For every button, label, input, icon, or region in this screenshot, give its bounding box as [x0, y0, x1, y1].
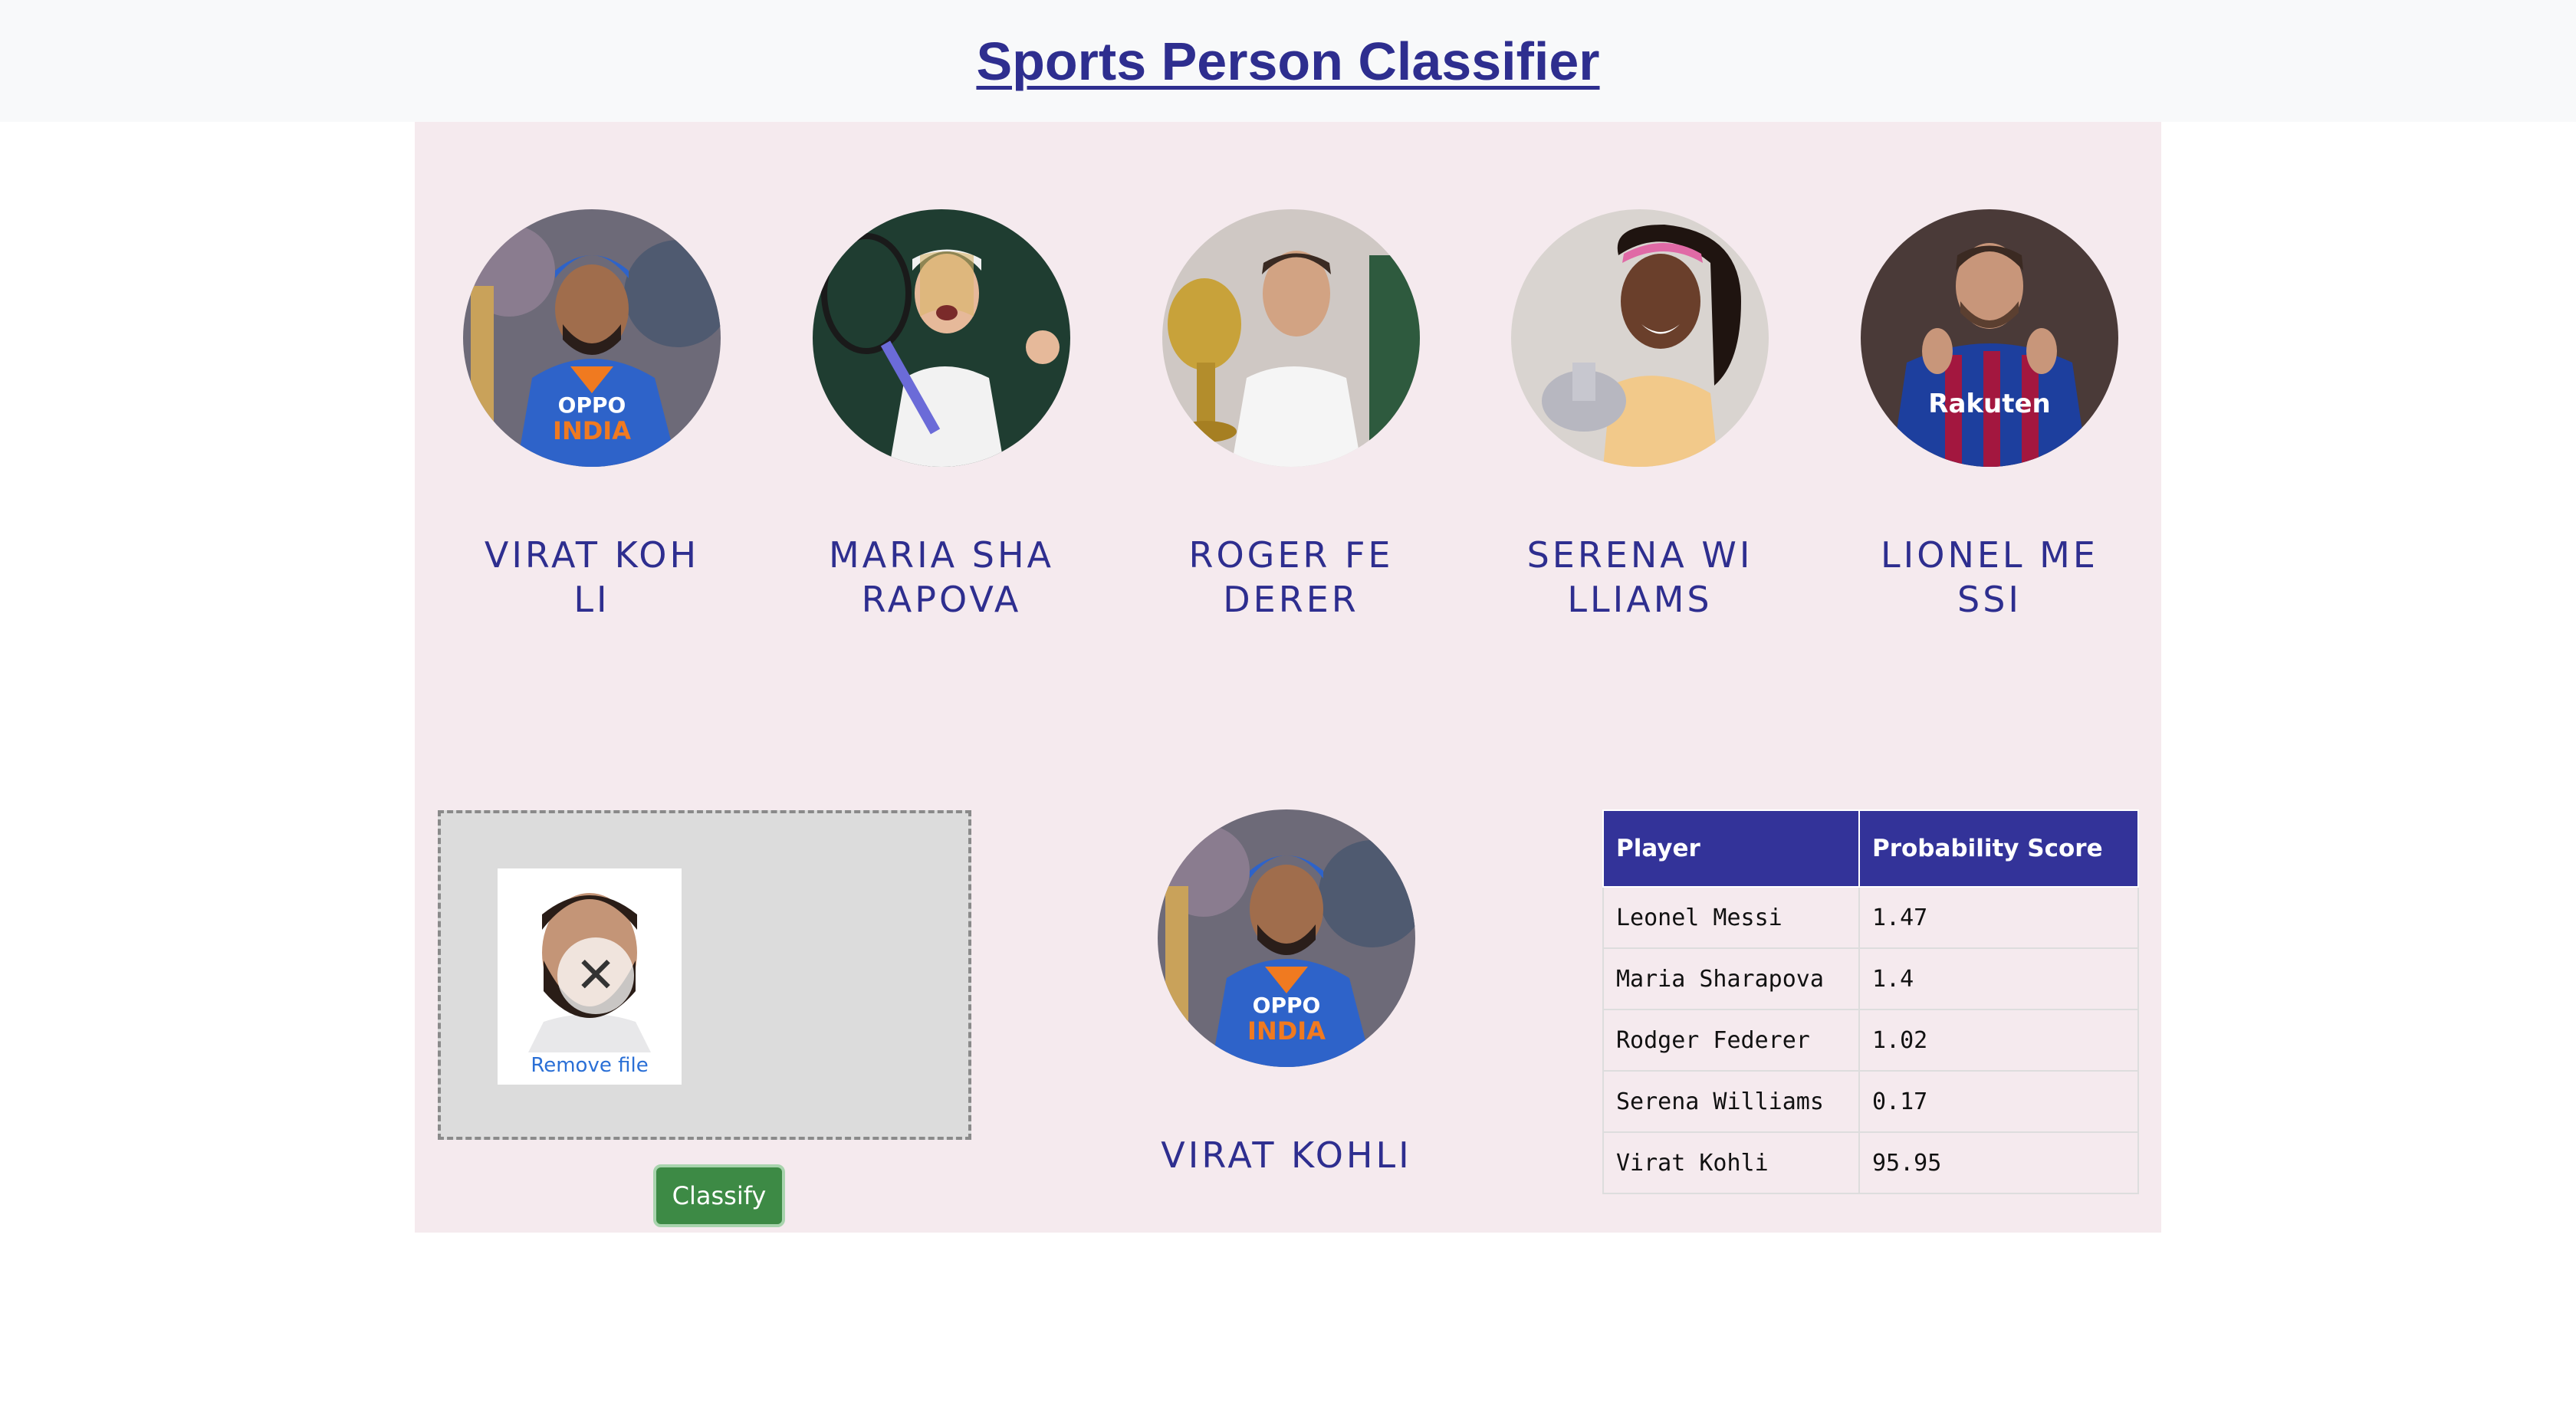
player-card-serena-williams: Serena Williams: [1479, 209, 1801, 622]
table-row: Rodger Federer 1.02: [1602, 1009, 2139, 1072]
table-row: Leonel Messi 1.47: [1602, 886, 2139, 949]
player-card-virat-kohli: OPPO INDIA Virat Kohli: [431, 209, 753, 622]
player-card-maria-sharapova: Maria Sharapova: [780, 209, 1102, 622]
player-cell: Rodger Federer: [1602, 1009, 1860, 1072]
score-cell: 0.17: [1858, 1070, 2139, 1133]
player-name: Serena Williams: [1526, 534, 1753, 620]
remove-file-link[interactable]: Remove file: [498, 1054, 682, 1077]
column-header-probability: Probability Score: [1858, 809, 2139, 888]
table-row: Serena Williams 0.17: [1602, 1070, 2139, 1133]
roger-federer-avatar: [1162, 209, 1420, 467]
virat-kohli-avatar: OPPO INDIA: [463, 209, 721, 467]
score-cell: 1.47: [1858, 886, 2139, 949]
result-avatar: OPPO INDIA: [1158, 809, 1415, 1067]
score-cell: 1.4: [1858, 947, 2139, 1010]
table-header-row: Player Probability Score: [1602, 809, 2139, 888]
table-row: Maria Sharapova 1.4: [1602, 947, 2139, 1010]
page-title: Sports Person Classifier: [976, 31, 1600, 91]
player-card-lionel-messi: Rakuten Lionel Messi: [1829, 209, 2150, 622]
player-card-roger-federer: Roger Federer: [1130, 209, 1452, 622]
score-cell: 95.95: [1858, 1131, 2139, 1194]
svg-text:OPPO: OPPO: [1253, 993, 1321, 1018]
svg-text:OPPO: OPPO: [558, 392, 626, 418]
player-name: Maria Sharapova: [828, 534, 1055, 620]
player-name: Lionel Messi: [1881, 534, 2098, 620]
column-header-player: Player: [1602, 809, 1860, 888]
player-name: Virat Kohli: [484, 534, 700, 620]
player-cell: Maria Sharapova: [1602, 947, 1860, 1010]
player-name: Roger Federer: [1188, 534, 1394, 620]
classification-result: OPPO INDIA VIRAT KOHLI: [1158, 809, 1415, 1176]
file-dropzone[interactable]: ✕ Remove file: [438, 810, 971, 1140]
serena-williams-avatar: [1511, 209, 1769, 467]
player-cell: Virat Kohli: [1602, 1131, 1860, 1194]
classify-button[interactable]: Classify: [653, 1164, 785, 1227]
remove-file-icon[interactable]: ✕: [557, 937, 634, 1014]
table-row: Virat Kohli 95.95: [1602, 1131, 2139, 1194]
file-preview: ✕ Remove file: [498, 868, 682, 1085]
lionel-messi-avatar: Rakuten: [1861, 209, 2118, 467]
maria-sharapova-avatar: [813, 209, 1070, 467]
player-cell: Leonel Messi: [1602, 886, 1860, 949]
svg-text:Rakuten: Rakuten: [1928, 389, 2050, 419]
probability-table: Player Probability Score Leonel Messi 1.…: [1602, 809, 2139, 1194]
svg-text:INDIA: INDIA: [1247, 1016, 1326, 1046]
score-cell: 1.02: [1858, 1009, 2139, 1072]
svg-text:INDIA: INDIA: [553, 416, 631, 445]
player-cell: Serena Williams: [1602, 1070, 1860, 1133]
result-name: VIRAT KOHLI: [1161, 1134, 1412, 1176]
